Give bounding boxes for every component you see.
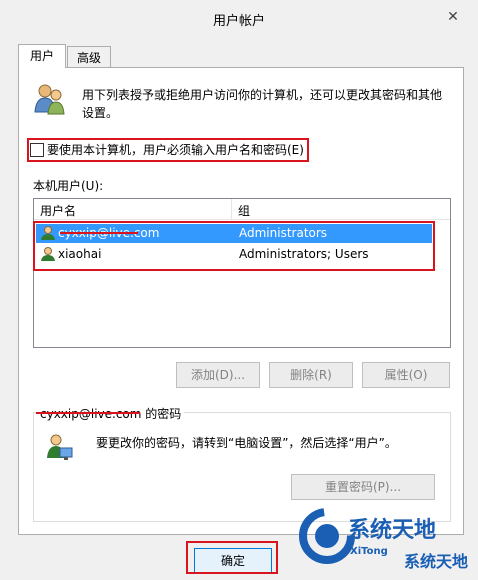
list-header: 用户名 组 bbox=[34, 199, 450, 220]
checkbox-box[interactable] bbox=[30, 142, 44, 157]
properties-button[interactable]: 属性(O) bbox=[362, 362, 450, 388]
account-name: cyxxip@live.com bbox=[40, 407, 142, 421]
user-icon bbox=[41, 247, 55, 261]
user-group: Administrators bbox=[239, 226, 328, 240]
ok-button[interactable]: 确定 bbox=[194, 548, 272, 574]
reset-password-button[interactable]: 重置密码(P)... bbox=[291, 474, 435, 500]
user-name: xiaohai bbox=[58, 247, 102, 261]
description-text: 用下列表授予或拒绝用户访问你的计算机，还可以更改其密码和其他设置。 bbox=[82, 88, 443, 120]
password-hint: 要更改你的密码，请转到“电脑设置”，然后选择“用户”。 bbox=[96, 436, 397, 450]
user-group: Administrators; Users bbox=[239, 247, 369, 261]
tab-advanced[interactable]: 高级 bbox=[67, 46, 111, 68]
table-row[interactable]: xiaohai Administrators; Users bbox=[36, 245, 432, 264]
redaction-line bbox=[36, 412, 140, 414]
user-monitor-icon bbox=[47, 434, 73, 460]
watermark-text-small: 系统天地 bbox=[404, 552, 469, 571]
column-group[interactable]: 组 bbox=[238, 202, 250, 219]
remove-user-button[interactable]: 删除(R) bbox=[269, 362, 353, 388]
tab-users[interactable]: 用户 bbox=[18, 44, 66, 68]
add-user-button[interactable]: 添加(D)... bbox=[176, 362, 260, 388]
users-list[interactable]: 用户名 组 cyxxip@live.com Administrators xia… bbox=[33, 198, 451, 348]
local-users-label: 本机用户(U): bbox=[33, 179, 104, 193]
password-suffix: 的密码 bbox=[141, 407, 182, 421]
require-password-label: 要使用本计算机，用户必须输入用户名和密码(E) bbox=[47, 143, 304, 157]
watermark-subtext: XiTong bbox=[350, 546, 388, 557]
redaction-line bbox=[60, 232, 138, 234]
users-icon bbox=[34, 84, 65, 115]
require-password-checkbox[interactable]: 要使用本计算机，用户必须输入用户名和密码(E) bbox=[30, 141, 304, 158]
user-icon bbox=[41, 226, 55, 240]
password-groupbox bbox=[33, 412, 451, 522]
column-username[interactable]: 用户名 bbox=[40, 202, 76, 219]
close-icon: ✕ bbox=[447, 9, 459, 25]
close-button[interactable]: ✕ bbox=[442, 7, 464, 27]
window-title: 用户帐户 bbox=[212, 14, 265, 29]
column-divider[interactable] bbox=[231, 199, 232, 219]
title-bar: 用户帐户 ✕ bbox=[0, 0, 478, 36]
